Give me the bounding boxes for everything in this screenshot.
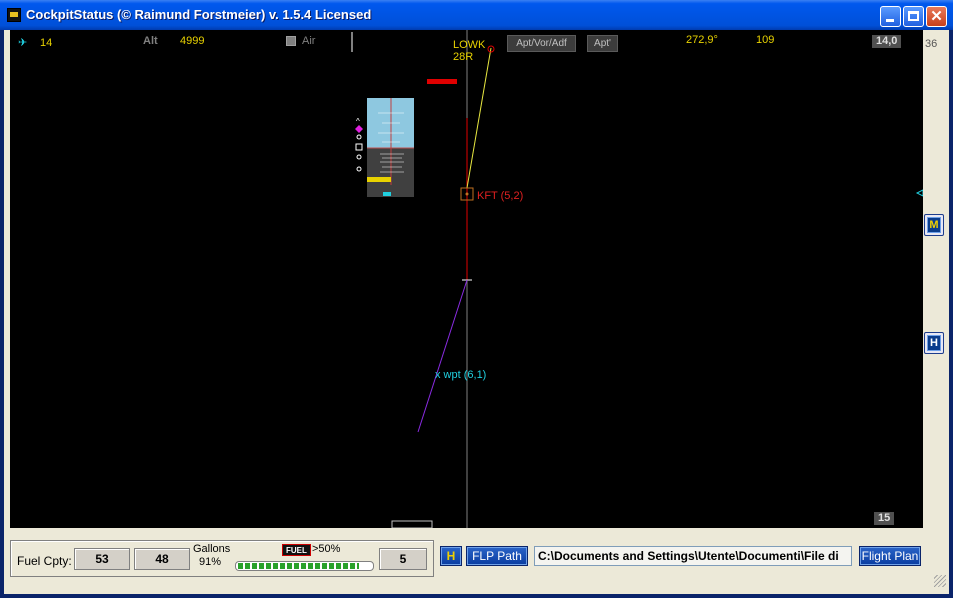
radar-display[interactable]: ^ ✈ 14 Alt 4999 Air LOWK 28R Apt/Vor/Adf… [10,30,923,528]
minimize-button[interactable] [880,6,901,27]
h-button[interactable]: H [440,546,462,566]
air-label: Air [302,35,316,47]
pfd-yellow-bar [367,177,391,182]
waypoint-label: x wpt (6,1) [435,369,487,381]
minimize-icon [886,19,894,22]
apt-button[interactable]: Apt' [587,35,618,52]
maximize-icon [908,11,919,21]
fuel-capacity-label: Fuel Cpty: [17,554,72,568]
gallons-percent: 91% [199,556,222,568]
air-checkbox[interactable] [286,36,296,46]
title-bar[interactable]: CockpitStatus (© Raimund Forstmeier) v. … [0,0,953,30]
app-icon [7,8,21,22]
flight-plan-button[interactable]: Flight Plan [859,546,921,566]
fix-label: KFT (5,2) [477,190,524,202]
h-side-button-label: H [930,337,938,349]
maximize-button[interactable] [903,6,924,27]
fuel-progress-fill [238,563,360,569]
top-left-value: 14 [40,37,53,49]
resize-grip[interactable] [934,575,946,587]
speed-value: 109 [756,34,775,46]
yellow-route-line [466,47,492,189]
range-box-top: 14,0 [872,35,902,48]
client-area: ^ ✈ 14 Alt 4999 Air LOWK 28R Apt/Vor/Adf… [4,30,949,594]
map-canvas: ^ ✈ [18,30,923,528]
fuel-progress-bar [235,561,374,571]
status-bar: Fuel Cpty: 53 48 Gallons 91% FUEL >50% 5… [4,535,949,594]
gallons-label: Gallons [193,543,231,555]
fuel-left-field[interactable]: 53 [74,548,130,570]
close-button[interactable]: ✕ [926,6,947,27]
lower-frame [391,520,433,528]
fuel-panel: Fuel Cpty: 53 48 Gallons 91% FUEL >50% 5 [10,540,434,577]
purple-route-line [417,279,468,433]
fuel-extra-field[interactable]: 5 [379,548,427,570]
svg-text:^: ^ [356,117,360,126]
diamond-marker [355,125,363,133]
m-button[interactable]: M [924,214,944,236]
alt-label: Alt [143,35,158,47]
edge-value-top: 36 [925,38,938,50]
runway-label: 28R [453,51,474,63]
m-button-label: M [929,219,939,231]
flight-plan-path-field[interactable]: C:\Documents and Settings\Utente\Documen… [534,546,852,566]
fuel-icon: FUEL [282,544,311,556]
window-title: CockpitStatus (© Raimund Forstmeier) v. … [26,7,372,22]
alt-value: 4999 [180,35,205,47]
red-marker [427,79,457,84]
app-window: CockpitStatus (© Raimund Forstmeier) v. … [0,0,953,598]
pfd-cyan-mark [383,192,391,196]
range-box-bottom: 15 [874,512,895,525]
fuel-threshold: >50% [312,543,341,555]
heading-value: 272,9° [686,34,718,46]
apt-vor-adf-button[interactable]: Apt/Vor/Adf [507,35,576,52]
h-side-button[interactable]: H [924,332,944,354]
plane-icon: ✈ [18,37,27,49]
fix-dot [465,192,469,196]
right-side-panel: 36 M H [923,30,949,594]
airport-label: LOWK [453,39,486,51]
flp-path-button[interactable]: FLP Path [466,546,528,566]
close-icon: ✕ [930,8,943,25]
fuel-right-field[interactable]: 48 [134,548,190,570]
